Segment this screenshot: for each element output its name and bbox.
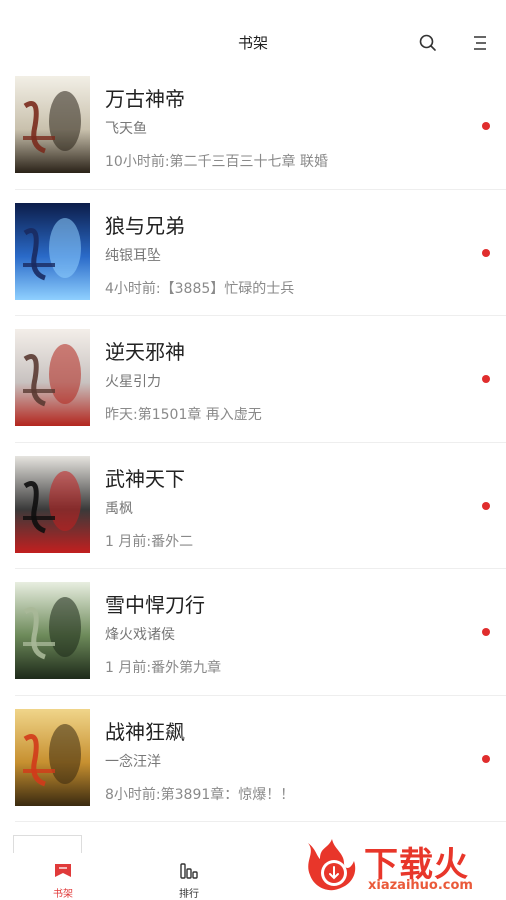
book-cover[interactable] <box>15 329 90 426</box>
book-latest-chapter: 1 月前:番外二 <box>105 533 194 550</box>
bookshelf-icon <box>53 861 73 881</box>
book-title: 战神狂飙 <box>105 719 185 744</box>
bookshelf-list: 万古神帝飞天鱼 10小时前:第二千三百三十七章 联婚狼与兄弟纯银耳坠 4小时前:【3… <box>0 63 506 822</box>
book-item[interactable]: 万古神帝飞天鱼 10小时前:第二千三百三十七章 联婚 <box>0 63 506 190</box>
book-cover[interactable] <box>15 708 90 806</box>
book-cover[interactable] <box>15 455 90 553</box>
book-item[interactable]: 武神天下禹枫 1 月前:番外二 <box>0 443 506 569</box>
tab-bookshelf-label: 书架 <box>53 889 73 900</box>
book-item[interactable]: 狼与兄弟纯银耳坠 4小时前:【3885】忙碌的士兵 <box>0 190 506 316</box>
unread-dot <box>482 628 490 636</box>
book-latest-chapter: 昨天:第1501章 再入虚无 <box>105 407 262 423</box>
flame-logo-icon <box>308 839 356 891</box>
book-cover[interactable] <box>15 76 90 173</box>
unread-dot <box>482 375 490 383</box>
book-latest-chapter: 4小时前:【3885】忙碌的士兵 <box>105 280 295 297</box>
unread-dot <box>482 248 490 257</box>
search-icon[interactable] <box>418 33 438 53</box>
book-author: 一念汪洋 <box>105 753 161 770</box>
book-author: 纯银耳坠 <box>105 247 161 264</box>
book-item[interactable]: 战神狂飙一念汪洋 8小时前:第3891章：惊爆！！ <box>0 696 506 822</box>
book-latest-chapter: 8小时前:第3891章：惊爆！！ <box>105 786 295 803</box>
top-bar: 书架 <box>0 0 506 70</box>
watermark-logo: 下载火 xiazaihuo.com <box>298 835 504 897</box>
book-author: 飞天鱼 <box>105 121 147 137</box>
book-title: 万古神帝 <box>105 87 185 111</box>
book-title: 雪中悍刀行 <box>105 593 205 617</box>
book-latest-chapter: 10小时前:第二千三百三十七章 联婚 <box>105 154 328 170</box>
book-item[interactable]: 雪中悍刀行烽火戏诸侯 1 月前:番外第九章 <box>0 569 506 696</box>
tab-ranking-label: 排行 <box>179 889 199 900</box>
divider <box>15 821 506 822</box>
book-latest-chapter: 1 月前:番外第九章 <box>105 660 222 676</box>
book-cover[interactable] <box>15 582 90 679</box>
book-author: 烽火戏诸侯 <box>105 627 175 643</box>
unread-dot <box>482 501 490 510</box>
tab-bookshelf[interactable]: 书架 <box>33 861 93 900</box>
book-author: 禹枫 <box>105 500 133 517</box>
unread-dot <box>482 754 490 763</box>
unread-dot <box>482 122 490 130</box>
ranking-icon <box>179 861 199 881</box>
watermark-url: xiazaihuo.com <box>368 878 473 893</box>
book-title: 逆天邪神 <box>105 340 185 364</box>
book-author: 火星引力 <box>105 374 161 390</box>
book-title: 狼与兄弟 <box>105 213 185 238</box>
book-item[interactable]: 逆天邪神火星引力昨天:第1501章 再入虚无 <box>0 316 506 443</box>
book-title: 武神天下 <box>105 466 185 491</box>
menu-icon[interactable] <box>470 33 490 53</box>
book-cover[interactable] <box>15 202 90 300</box>
tab-ranking[interactable]: 排行 <box>159 861 219 900</box>
